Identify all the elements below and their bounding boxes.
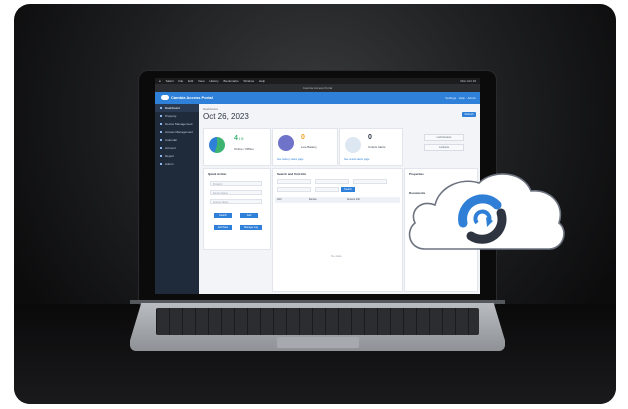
- online-count: 4 / 0: [234, 135, 244, 142]
- alerts-count: 0: [368, 134, 372, 141]
- laptop-base: [130, 303, 505, 351]
- laptop-trackpad: [277, 337, 359, 348]
- sidebar: Dashboard Property Device Management Acc…: [155, 104, 199, 294]
- sidebar-item-calendar[interactable]: Calendar: [155, 136, 199, 144]
- quick-action-title: Quick Action: [208, 172, 227, 176]
- search-unit-panel: Search and Unit Info Search Unit Device …: [272, 168, 403, 292]
- sidebar-item-account[interactable]: Account: [155, 144, 199, 152]
- apple-icon[interactable]: ●: [159, 79, 161, 83]
- battery-label: Low Battery: [301, 145, 317, 149]
- cloud-brand-logo-icon: [408, 173, 565, 250]
- sidebar-item-dashboard[interactable]: Dashboard: [155, 104, 199, 112]
- sidebar-item-access-management[interactable]: Access Management: [155, 128, 199, 136]
- online-donut-chart: [209, 137, 225, 153]
- product-scene: ● Safari File Edit View History Bookmark…: [0, 0, 628, 409]
- add-button[interactable]: Add: [240, 213, 258, 218]
- laptop-keyboard: [156, 308, 479, 335]
- admin-icon: [160, 163, 162, 166]
- page-title: Oct 26, 2023: [203, 112, 249, 121]
- access-name-field[interactable]: Access Name: [210, 199, 262, 204]
- column-header-unit[interactable]: Unit: [277, 197, 281, 203]
- window-titlebar: Cambia Access Portal: [155, 84, 480, 92]
- lock-devices-pill[interactable]: Lock Devices: [424, 134, 464, 141]
- menu-item-help[interactable]: Help: [259, 79, 265, 83]
- stat-card-online: 4 / 0 Online / Offline: [203, 128, 271, 166]
- filter-field-3[interactable]: [353, 179, 387, 184]
- brand-name: Cambia Access Portal: [171, 95, 213, 100]
- battery-donut-chart: [278, 135, 294, 151]
- menu-item-view[interactable]: View: [198, 79, 204, 83]
- breadcrumb[interactable]: Dashboard: [203, 107, 218, 111]
- sidebar-item-label: Admin: [165, 162, 174, 166]
- menu-item-safari[interactable]: Safari: [166, 79, 174, 83]
- help-link[interactable]: Help: [459, 96, 465, 100]
- stat-card-battery: 0 Low Battery See battery status page: [272, 128, 338, 166]
- sidebar-item-label: Dashboard: [165, 106, 180, 110]
- menu-item-file[interactable]: File: [178, 79, 183, 83]
- sidebar-item-label: Report: [165, 154, 175, 158]
- battery-status-link[interactable]: See battery status page: [277, 158, 303, 161]
- filter-field-4[interactable]: [277, 187, 311, 192]
- menu-item-edit[interactable]: Edit: [188, 79, 193, 83]
- unit-search-button[interactable]: Search: [341, 187, 355, 192]
- sidebar-item-report[interactable]: Report: [155, 152, 199, 160]
- sidebar-item-label: Account: [165, 146, 176, 150]
- report-icon: [160, 155, 162, 158]
- app-header: Cambia Access Portal Settings · Help · A…: [155, 92, 480, 104]
- menu-item-window[interactable]: Window: [243, 79, 254, 83]
- filter-field-2[interactable]: [315, 179, 349, 184]
- column-header-device[interactable]: Device: [309, 197, 317, 203]
- alerts-donut-chart: [345, 137, 361, 153]
- column-header-access-info[interactable]: Access Info: [347, 197, 360, 203]
- manage-log-button[interactable]: Manage Log: [240, 225, 262, 230]
- sidebar-item-label: Device Management: [165, 122, 193, 126]
- stat-card-alerts: 0 Unlock Alerts See unlock alerts page: [339, 128, 403, 166]
- filter-field-1[interactable]: [277, 179, 311, 184]
- sidebar-item-label: Calendar: [165, 138, 178, 142]
- empty-state-text: No data: [331, 254, 342, 258]
- key-icon: [160, 131, 162, 134]
- alerts-label: Unlock Alerts: [368, 145, 386, 149]
- unlock-alerts-link[interactable]: See unlock alerts page: [344, 158, 369, 161]
- user-icon: [160, 147, 162, 150]
- window-title: Cambia Access Portal: [302, 86, 333, 90]
- quick-status-panel: Lock Devices Lockouts: [404, 128, 476, 164]
- device-icon: [160, 123, 162, 126]
- menu-item-bookmarks[interactable]: Bookmarks: [224, 79, 239, 83]
- admin-menu[interactable]: Admin: [467, 96, 476, 100]
- add-new-button[interactable]: Add New: [214, 225, 232, 230]
- sidebar-item-label: Property: [165, 114, 177, 118]
- header-tools: Settings · Help · Admin: [445, 96, 476, 100]
- device-name-field[interactable]: Device Name: [210, 190, 262, 195]
- property-field[interactable]: Property: [210, 181, 262, 186]
- sidebar-item-device-management[interactable]: Device Management: [155, 120, 199, 128]
- refresh-button[interactable]: Refresh: [462, 112, 476, 117]
- menu-item-history[interactable]: History: [209, 79, 218, 83]
- filter-field-5[interactable]: [315, 187, 339, 192]
- search-button[interactable]: Search: [214, 213, 232, 218]
- quick-action-panel: Quick Action Property Device Name Access…: [203, 168, 271, 250]
- lockouts-pill[interactable]: Lockouts: [424, 144, 464, 151]
- sidebar-item-label: Access Management: [165, 130, 194, 134]
- cloud-badge: [403, 167, 568, 253]
- dashboard-icon: [160, 107, 162, 110]
- sidebar-item-property[interactable]: Property: [155, 112, 199, 120]
- table-header: Unit Device Access Info: [275, 197, 400, 203]
- search-unit-title: Search and Unit Info: [277, 172, 307, 176]
- settings-link[interactable]: Settings: [445, 96, 456, 100]
- calendar-icon: [160, 139, 162, 142]
- online-label: Online / Offline: [234, 147, 254, 151]
- building-icon: [160, 115, 162, 118]
- cloud-logo-icon: [161, 95, 169, 101]
- sidebar-item-admin[interactable]: Admin: [155, 160, 199, 168]
- battery-count: 0: [301, 134, 305, 141]
- app-brand[interactable]: Cambia Access Portal: [161, 94, 213, 102]
